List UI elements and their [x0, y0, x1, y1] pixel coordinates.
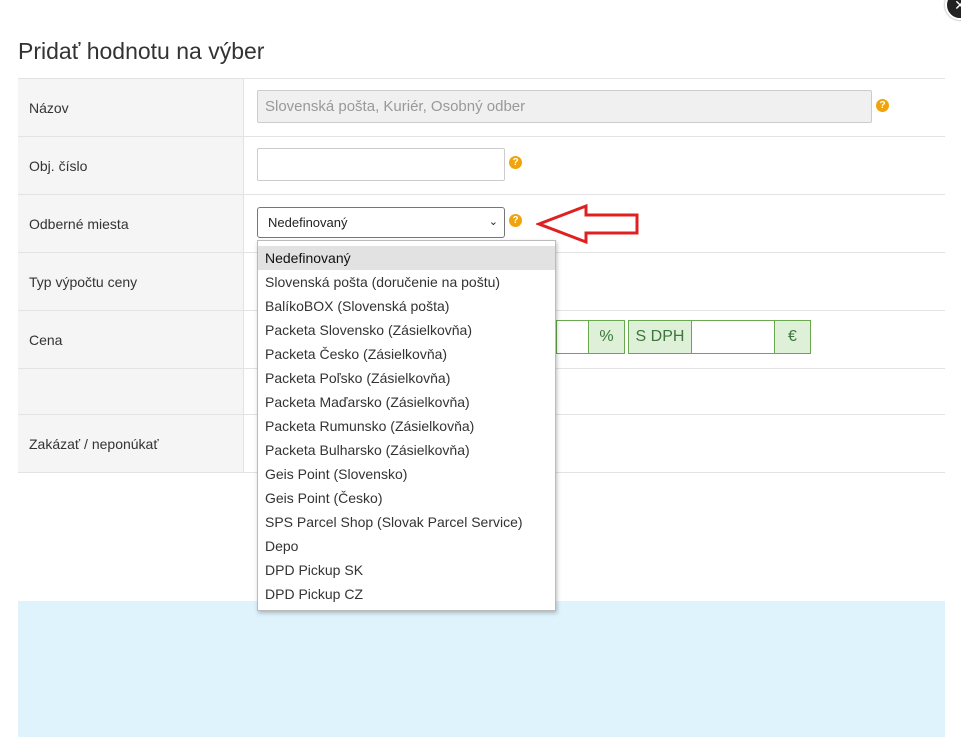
code-input[interactable] [257, 148, 505, 181]
chevron-down-icon: ⌄ [488, 216, 498, 228]
vat-addon[interactable]: S DPH [628, 320, 692, 354]
dropdown-option[interactable]: Nedefinovaný [258, 246, 555, 270]
dropdown-option[interactable]: Geis Point (Česko) [258, 486, 555, 510]
question-circle-icon[interactable]: ? [509, 214, 522, 227]
dropdown-option[interactable]: Depo [258, 534, 555, 558]
price-vat-input[interactable] [691, 320, 775, 354]
label-pickup: Odberné miesta [18, 195, 244, 252]
dropdown-option[interactable]: Packeta Bulharsko (Zásielkovňa) [258, 438, 555, 462]
question-circle-icon[interactable]: ? [509, 156, 522, 169]
label-code: Obj. číslo [18, 137, 244, 194]
arrow-left-icon [536, 203, 639, 245]
pickup-select-value: Nedefinovaný [268, 215, 348, 230]
dropdown-option[interactable]: Packeta Česko (Zásielkovňa) [258, 342, 555, 366]
dropdown-option[interactable]: DPD Pickup CZ [258, 582, 555, 606]
info-box [18, 601, 945, 737]
dropdown-option[interactable]: Geis Point (Slovensko) [258, 462, 555, 486]
pickup-dropdown-list[interactable]: Nedefinovaný Slovenská pošta (doručenie … [257, 240, 556, 611]
close-icon: ✕ [954, 0, 961, 13]
name-input[interactable]: Slovenská pošta, Kuriér, Osobný odber [257, 90, 872, 123]
currency-addon: € [774, 320, 811, 354]
dropdown-option[interactable]: Packeta Maďarsko (Zásielkovňa) [258, 390, 555, 414]
label-price-type: Typ výpočtu ceny [18, 253, 244, 310]
label-price: Cena [18, 311, 244, 368]
dropdown-option[interactable]: Packeta Slovensko (Zásielkovňa) [258, 318, 555, 342]
dropdown-option[interactable]: Slovenská pošta (doručenie na poštu) [258, 270, 555, 294]
dialog-title: Pridať hodnotu na výber [18, 38, 265, 64]
dropdown-option[interactable]: Packeta Rumunsko (Zásielkovňa) [258, 414, 555, 438]
question-circle-icon[interactable]: ? [876, 99, 889, 112]
close-button[interactable]: ✕ [945, 0, 961, 20]
pickup-select[interactable]: Nedefinovaný ⌄ [257, 207, 505, 238]
label-name: Názov [18, 79, 244, 136]
dropdown-option[interactable]: SPS Parcel Shop (Slovak Parcel Service) [258, 510, 555, 534]
percent-addon: % [588, 320, 625, 354]
dropdown-option[interactable]: DPD Pickup SK [258, 558, 555, 582]
label-empty [18, 369, 244, 414]
label-disable: Zakázať / neponúkať [18, 415, 244, 472]
dropdown-option[interactable]: BalíkoBOX (Slovenská pošta) [258, 294, 555, 318]
name-input-placeholder: Slovenská pošta, Kuriér, Osobný odber [265, 98, 526, 115]
dropdown-option[interactable]: Packeta Poľsko (Zásielkovňa) [258, 366, 555, 390]
price-input[interactable] [556, 320, 589, 354]
